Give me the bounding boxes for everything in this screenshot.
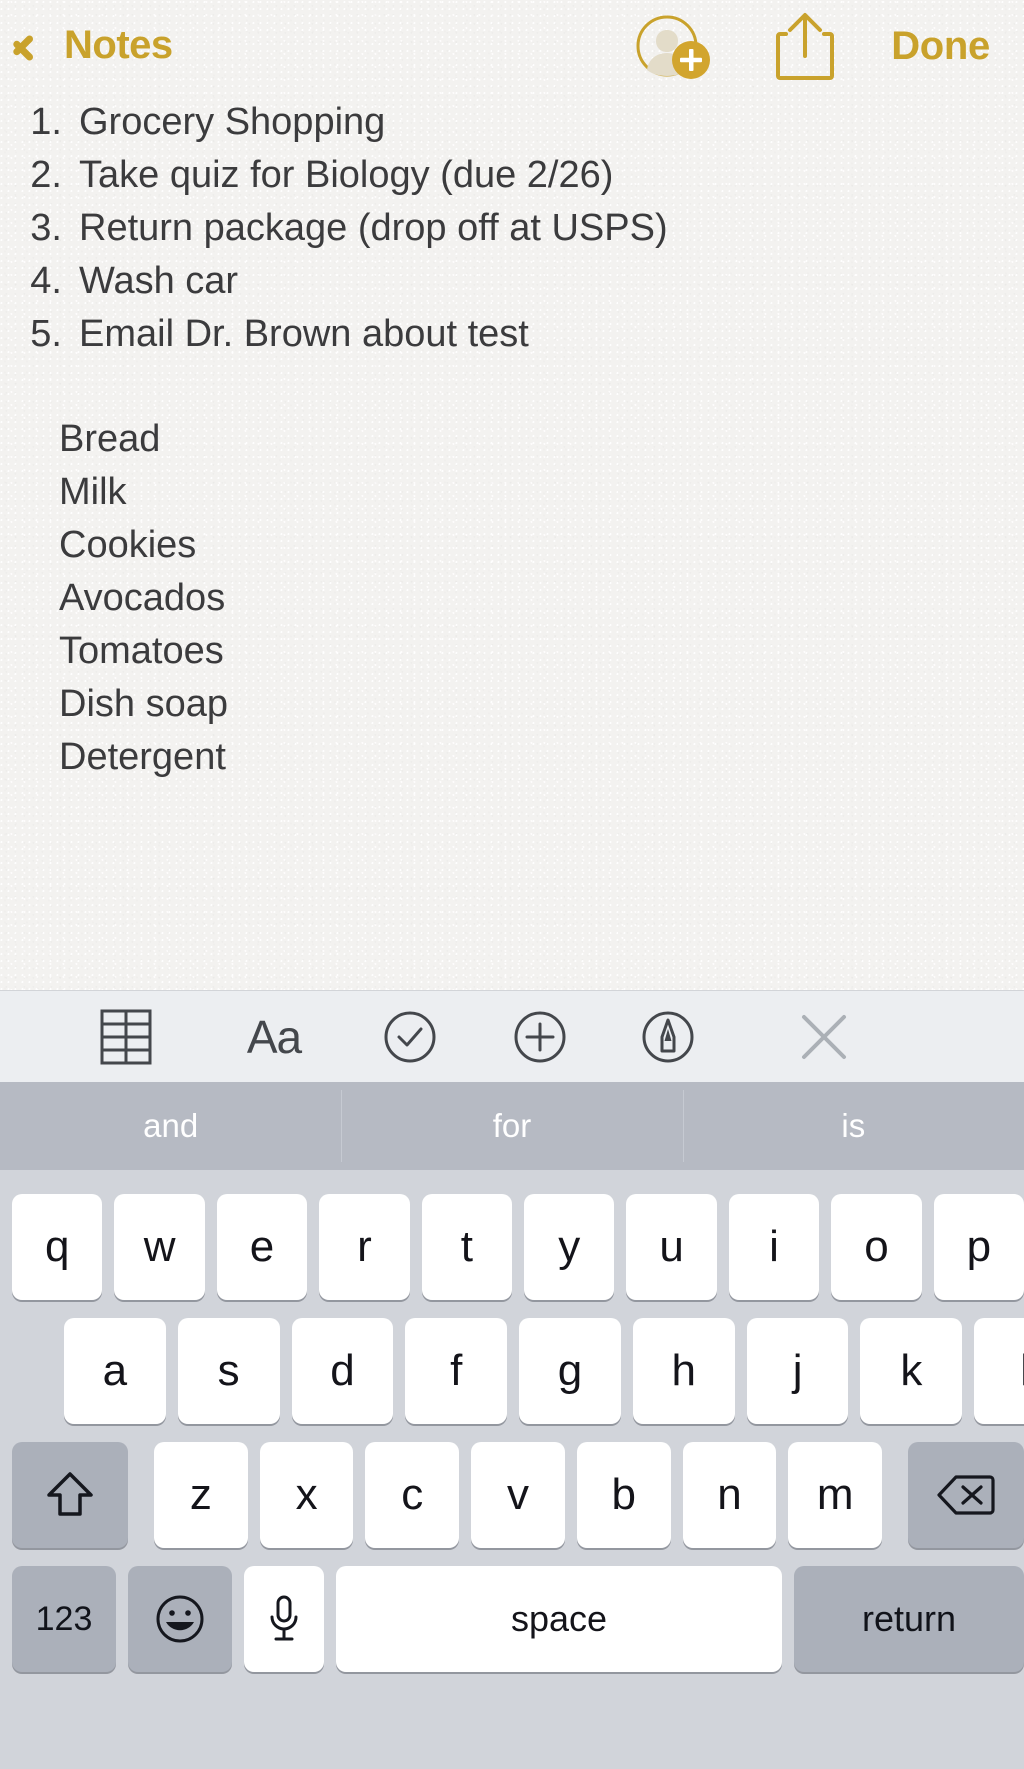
note-text-line: Avocados bbox=[59, 577, 226, 619]
note-text-line: Dish soap bbox=[59, 683, 228, 725]
key-a[interactable]: a bbox=[64, 1318, 166, 1424]
keyboard-row-2: a s d f g h j k l bbox=[0, 1310, 1024, 1432]
list-item-number: 4. bbox=[30, 260, 62, 302]
emoji-icon bbox=[156, 1595, 204, 1643]
key-o[interactable]: o bbox=[831, 1194, 922, 1300]
key-i[interactable]: i bbox=[728, 1194, 820, 1300]
key-n[interactable]: n bbox=[682, 1442, 777, 1548]
key-u[interactable]: u bbox=[626, 1194, 717, 1300]
key-z[interactable]: z bbox=[154, 1442, 248, 1548]
key-k[interactable]: k bbox=[860, 1318, 963, 1424]
emoji-key[interactable] bbox=[128, 1566, 232, 1672]
table-icon bbox=[100, 1009, 152, 1065]
key-l[interactable]: l bbox=[974, 1318, 1024, 1424]
table-button[interactable] bbox=[80, 991, 172, 1083]
note-text-line: Tomatoes bbox=[59, 630, 224, 672]
prediction-candidate[interactable]: and bbox=[0, 1082, 341, 1170]
share-icon bbox=[776, 13, 835, 80]
notes-app-screen: Notes Done 1. Grocery Shopping 2. Take q… bbox=[0, 0, 1024, 1769]
key-e[interactable]: e bbox=[216, 1194, 308, 1300]
key-f[interactable]: f bbox=[405, 1318, 508, 1424]
key-h[interactable]: h bbox=[632, 1318, 735, 1424]
note-text-line: Bread bbox=[59, 418, 161, 460]
key-t[interactable]: t bbox=[421, 1194, 513, 1300]
key-w[interactable]: w bbox=[114, 1194, 205, 1300]
list-item: 4. Wash car bbox=[0, 255, 1024, 308]
grocery-text-block: Bread Milk Cookies Avocados Tomatoes Dis… bbox=[0, 413, 1024, 784]
list-item-text: Email Dr. Brown about test bbox=[79, 313, 529, 355]
dictation-key[interactable] bbox=[244, 1566, 324, 1672]
software-keyboard: and for is q w e r t y u i o p a s d f g… bbox=[0, 1082, 1024, 1769]
key-d[interactable]: d bbox=[291, 1318, 394, 1424]
navbar-actions: Done bbox=[625, 0, 1024, 92]
markup-pen-icon bbox=[642, 1011, 694, 1063]
key-s[interactable]: s bbox=[177, 1318, 280, 1424]
checklist-icon bbox=[384, 1011, 436, 1063]
key-r[interactable]: r bbox=[319, 1194, 410, 1300]
checklist-button[interactable] bbox=[364, 991, 456, 1083]
add-attachment-icon bbox=[514, 1011, 566, 1063]
back-button-label: Notes bbox=[64, 22, 173, 67]
list-item: 5. Email Dr. Brown about test bbox=[0, 308, 1024, 361]
back-to-notes-button[interactable]: Notes bbox=[28, 14, 173, 76]
markup-button[interactable] bbox=[622, 991, 714, 1083]
key-x[interactable]: x bbox=[259, 1442, 354, 1548]
note-text-line: Milk bbox=[59, 471, 127, 513]
key-y[interactable]: y bbox=[524, 1194, 615, 1300]
numbered-task-list: 1. Grocery Shopping 2. Take quiz for Bio… bbox=[0, 96, 1024, 361]
navigation-bar: Notes Done bbox=[0, 0, 1024, 92]
key-m[interactable]: m bbox=[788, 1442, 883, 1548]
key-j[interactable]: j bbox=[746, 1318, 849, 1424]
note-content[interactable]: 1. Grocery Shopping 2. Take quiz for Bio… bbox=[0, 96, 1024, 784]
note-text-line: Cookies bbox=[59, 524, 197, 566]
text-format-button[interactable]: Aa bbox=[228, 991, 320, 1083]
list-item-text: Return package (drop off at USPS) bbox=[79, 207, 668, 249]
numbers-key[interactable]: 123 bbox=[12, 1566, 116, 1672]
chevron-left-icon bbox=[28, 24, 54, 66]
list-item: 3. Return package (drop off at USPS) bbox=[0, 202, 1024, 255]
space-key[interactable]: space bbox=[336, 1566, 782, 1672]
predictive-text-bar: and for is bbox=[0, 1082, 1024, 1170]
shift-key[interactable] bbox=[12, 1442, 128, 1548]
add-person-button[interactable] bbox=[625, 7, 721, 85]
format-toolbar: Aa bbox=[0, 990, 1024, 1083]
keyboard-row-3: z x c v b n m bbox=[0, 1434, 1024, 1556]
key-g[interactable]: g bbox=[519, 1318, 621, 1424]
shift-icon bbox=[47, 1472, 93, 1516]
delete-icon bbox=[937, 1475, 995, 1515]
add-attachment-button[interactable] bbox=[494, 991, 586, 1083]
done-button[interactable]: Done bbox=[891, 24, 990, 69]
list-item-text: Grocery Shopping bbox=[79, 101, 386, 143]
list-item: 1. Grocery Shopping bbox=[0, 96, 1024, 149]
prediction-candidate[interactable]: for bbox=[341, 1082, 682, 1170]
key-v[interactable]: v bbox=[471, 1442, 565, 1548]
key-c[interactable]: c bbox=[365, 1442, 460, 1548]
list-item-text: Wash car bbox=[79, 260, 239, 302]
add-person-icon bbox=[636, 15, 711, 79]
microphone-icon bbox=[270, 1595, 298, 1641]
list-item-number: 2. bbox=[30, 154, 62, 196]
share-button[interactable] bbox=[765, 7, 845, 85]
keyboard-row-1: q w e r t y u i o p bbox=[0, 1186, 1024, 1308]
return-key[interactable]: return bbox=[794, 1566, 1024, 1672]
list-item-number: 3. bbox=[30, 207, 62, 249]
list-item-number: 1. bbox=[30, 101, 62, 143]
text-format-icon: Aa bbox=[246, 1011, 302, 1063]
prediction-candidate[interactable]: is bbox=[682, 1082, 1024, 1170]
close-icon bbox=[802, 1015, 846, 1059]
list-item: 2. Take quiz for Biology (due 2/26) bbox=[0, 149, 1024, 202]
list-item-number: 5. bbox=[30, 313, 62, 355]
list-item-text: Take quiz for Biology (due 2/26) bbox=[79, 154, 614, 196]
keyboard-row-4: 123 space return bbox=[0, 1558, 1024, 1680]
delete-key[interactable] bbox=[908, 1442, 1024, 1548]
key-b[interactable]: b bbox=[576, 1442, 671, 1548]
close-keyboard-button[interactable] bbox=[778, 991, 870, 1083]
key-q[interactable]: q bbox=[12, 1194, 103, 1300]
note-text-line: Detergent bbox=[59, 736, 226, 778]
key-p[interactable]: p bbox=[933, 1194, 1024, 1300]
